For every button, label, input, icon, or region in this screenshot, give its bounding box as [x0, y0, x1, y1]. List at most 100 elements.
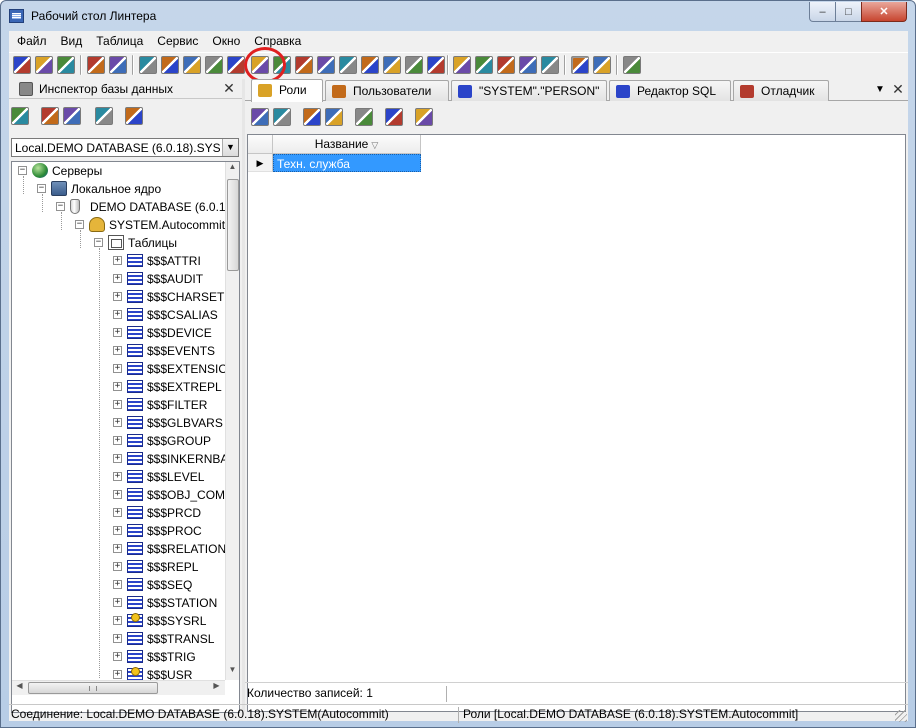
- tree-node-table[interactable]: + $$$GLBVARS: [12, 414, 225, 432]
- sql-script-icon[interactable]: [475, 56, 493, 74]
- role-users-icon[interactable]: [355, 108, 373, 126]
- grid-view-icon[interactable]: [415, 108, 433, 126]
- tree-node-table[interactable]: + $$$TRIG: [12, 648, 225, 666]
- tree-node-local-core[interactable]: − Локальное ядро: [12, 180, 225, 198]
- tree-node-table[interactable]: + $$$GROUP: [12, 432, 225, 450]
- menu-window[interactable]: Окно: [205, 31, 247, 51]
- privileges-icon[interactable]: [295, 56, 313, 74]
- role-name-cell[interactable]: Техн. служба: [273, 154, 421, 172]
- expand-icon[interactable]: +: [113, 562, 122, 571]
- roles-grid[interactable]: Название ▽ ▶ Техн. служба: [247, 134, 906, 712]
- tree-node-table[interactable]: + $$$ATTRI: [12, 252, 225, 270]
- tab-users[interactable]: Пользователи: [325, 80, 449, 101]
- expand-icon[interactable]: +: [113, 274, 122, 283]
- procedures-icon[interactable]: [183, 56, 201, 74]
- role-properties-icon[interactable]: [385, 108, 403, 126]
- sequences-icon[interactable]: [205, 56, 223, 74]
- tree-node-table[interactable]: + $$$STATION: [12, 594, 225, 612]
- triggers-icon[interactable]: [227, 56, 245, 74]
- collapse-icon[interactable]: −: [18, 166, 27, 175]
- expand-icon[interactable]: +: [113, 256, 122, 265]
- expand-icon[interactable]: +: [113, 508, 122, 517]
- menu-view[interactable]: Вид: [54, 31, 90, 51]
- scroll-thumb-horizontal[interactable]: [28, 682, 158, 694]
- tree-node-table[interactable]: + $$$FILTER: [12, 396, 225, 414]
- connect-icon[interactable]: [87, 56, 105, 74]
- expand-icon[interactable]: +: [113, 382, 122, 391]
- tree-node-table[interactable]: + $$$PRCD: [12, 504, 225, 522]
- tree-node-table[interactable]: + $$$RELATION: [12, 540, 225, 558]
- tree-node-table[interactable]: + $$$LEVEL: [12, 468, 225, 486]
- scroll-thumb[interactable]: [227, 179, 239, 271]
- events-icon[interactable]: [405, 56, 423, 74]
- disconnect-db-icon[interactable]: [63, 107, 81, 125]
- tree-node-table[interactable]: + $$$DEVICE: [12, 324, 225, 342]
- expand-icon[interactable]: +: [113, 364, 122, 373]
- scroll-left-icon[interactable]: ◀: [13, 681, 26, 696]
- tree-node-database[interactable]: − DEMO DATABASE (6.0.18): [12, 198, 225, 216]
- tree-node-table[interactable]: + $$$USR: [12, 666, 225, 680]
- tree-vertical-scrollbar[interactable]: ▲ ▼: [225, 162, 239, 680]
- inspector-close-button[interactable]: ✕: [221, 80, 237, 96]
- expand-icon[interactable]: +: [113, 310, 122, 319]
- expand-icon[interactable]: +: [113, 418, 122, 427]
- tree-node-table[interactable]: + $$$SEQ: [12, 576, 225, 594]
- expand-icon[interactable]: +: [113, 598, 122, 607]
- expand-icon[interactable]: +: [113, 292, 122, 301]
- title-bar[interactable]: Рабочий стол Линтера – □ ✕: [1, 1, 915, 31]
- tree-node-tables[interactable]: − Таблицы: [12, 234, 225, 252]
- collapse-icon[interactable]: −: [94, 238, 103, 247]
- expand-icon[interactable]: +: [113, 670, 122, 679]
- database-tree[interactable]: − Серверы − Локальное ядро − DEMO DATABASE (6…: [11, 161, 240, 713]
- hourglass-icon[interactable]: [541, 56, 559, 74]
- tab-person[interactable]: "SYSTEM"."PERSON": [451, 80, 607, 101]
- stop-icon[interactable]: [57, 56, 75, 74]
- tree-node-table[interactable]: + $$$TRANSL: [12, 630, 225, 648]
- expand-icon[interactable]: +: [113, 454, 122, 463]
- disconnect-icon[interactable]: [109, 56, 127, 74]
- tree-node-schema[interactable]: − SYSTEM.Autocommit: [12, 216, 225, 234]
- connect-db-icon[interactable]: [41, 107, 59, 125]
- maximize-button[interactable]: □: [835, 2, 862, 22]
- refresh-icon[interactable]: [95, 107, 113, 125]
- tabs-menu-icon[interactable]: ▼: [873, 84, 887, 96]
- scroll-up-icon[interactable]: ▲: [226, 162, 239, 177]
- inspector-icon[interactable]: [571, 56, 589, 74]
- menu-file[interactable]: Файл: [9, 31, 54, 51]
- revoke-icon[interactable]: [325, 108, 343, 126]
- tree-node-table[interactable]: + $$$INKERNBA: [12, 450, 225, 468]
- collapse-icon[interactable]: −: [37, 184, 46, 193]
- expand-icon[interactable]: +: [113, 346, 122, 355]
- help-icon[interactable]: [623, 56, 641, 74]
- tree-node-table[interactable]: + $$$PROC: [12, 522, 225, 540]
- tables-icon[interactable]: [139, 56, 157, 74]
- expand-icon[interactable]: +: [113, 472, 122, 481]
- menu-table[interactable]: Таблица: [89, 31, 150, 51]
- expand-icon[interactable]: +: [113, 436, 122, 445]
- chevron-down-icon[interactable]: ▼: [222, 139, 238, 156]
- tree-horizontal-scrollbar[interactable]: ◀ ▶: [12, 680, 225, 695]
- column-header-name[interactable]: Название ▽: [273, 135, 421, 154]
- scroll-right-icon[interactable]: ▶: [210, 681, 223, 696]
- tab-close-button[interactable]: ✕: [891, 81, 905, 97]
- resize-grip[interactable]: [895, 710, 907, 722]
- connection-select[interactable]: Local.DEMO DATABASE (6.0.18).SYSTEM ▼: [11, 138, 239, 157]
- expand-icon[interactable]: +: [113, 544, 122, 553]
- settings-icon[interactable]: [593, 56, 611, 74]
- disconnect-icon[interactable]: [11, 107, 29, 125]
- tab-sql-editor[interactable]: Редактор SQL: [609, 80, 731, 101]
- scroll-down-icon[interactable]: ▼: [226, 665, 239, 680]
- tree-node-table[interactable]: + $$$EXTENSIO: [12, 360, 225, 378]
- tree-node-servers[interactable]: − Серверы: [12, 162, 225, 180]
- menu-service[interactable]: Сервис: [150, 31, 205, 51]
- open-icon[interactable]: [35, 56, 53, 74]
- new-icon[interactable]: [13, 56, 31, 74]
- tree-node-table[interactable]: + $$$REPL: [12, 558, 225, 576]
- stop-run-icon[interactable]: [519, 56, 537, 74]
- schema-icon[interactable]: [317, 56, 335, 74]
- tree-node-table[interactable]: + $$$SYSRL: [12, 612, 225, 630]
- database-icon[interactable]: [339, 56, 357, 74]
- tab-debugger[interactable]: Отладчик: [733, 80, 829, 101]
- expand-icon[interactable]: +: [113, 328, 122, 337]
- properties-icon[interactable]: [125, 107, 143, 125]
